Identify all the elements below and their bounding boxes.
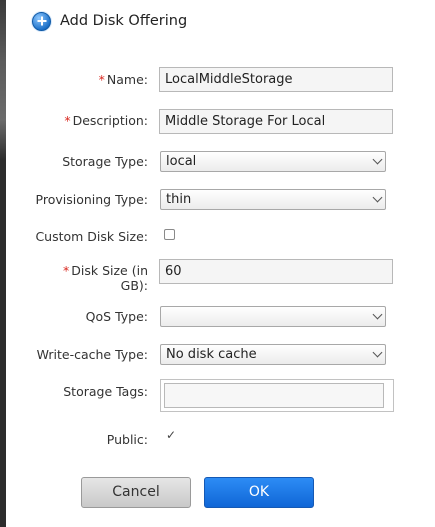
storage-type-select[interactable]: local <box>160 151 386 172</box>
disk-size-label: * Disk Size (in GB): <box>6 263 148 293</box>
provisioning-type-label: Provisioning Type: <box>35 192 148 207</box>
cancel-button[interactable]: Cancel <box>81 477 191 508</box>
write-cache-type-label: Write-cache Type: <box>36 347 148 362</box>
checkmark-icon: ✓ <box>166 428 177 442</box>
ok-button[interactable]: OK <box>204 477 314 508</box>
chevron-down-icon <box>372 347 383 358</box>
provisioning-type-select[interactable]: thin <box>160 189 386 210</box>
storage-tags-label: Storage Tags: <box>63 384 148 399</box>
description-label: * Description: <box>6 113 148 128</box>
add-circle-icon <box>32 11 51 31</box>
disk-size-input[interactable]: 60 <box>159 259 393 284</box>
write-cache-type-value: No disk cache <box>166 347 257 362</box>
custom-disk-size-label: Custom Disk Size: <box>35 229 148 244</box>
storage-type-label: Storage Type: <box>62 154 148 169</box>
add-disk-offering-dialog: Add Disk Offering * Name: LocalMiddleStor… <box>6 0 435 527</box>
name-input[interactable]: LocalMiddleStorage <box>159 67 393 92</box>
storage-tags-container <box>160 379 394 412</box>
dialog-title: Add Disk Offering <box>60 13 188 29</box>
disk-size-label-line1: Disk Size (in <box>71 263 148 278</box>
name-label-text: Name: <box>106 72 148 87</box>
chevron-down-icon <box>372 154 383 165</box>
qos-type-label: QoS Type: <box>85 309 148 324</box>
chevron-down-icon <box>372 309 383 320</box>
description-input[interactable]: Middle Storage For Local <box>159 109 393 134</box>
write-cache-type-select[interactable]: No disk cache <box>160 344 386 365</box>
required-marker: * <box>98 72 105 87</box>
required-marker: * <box>64 113 71 128</box>
name-label: * Name: <box>6 72 148 87</box>
public-label: Public: <box>106 432 148 447</box>
disk-size-label-line2: GB): <box>120 278 148 293</box>
qos-type-select[interactable] <box>160 306 386 327</box>
provisioning-type-value: thin <box>166 192 192 207</box>
chevron-down-icon <box>372 192 383 203</box>
storage-tags-input[interactable] <box>164 383 384 408</box>
dialog-header: Add Disk Offering <box>32 10 187 32</box>
description-label-text: Description: <box>72 113 148 128</box>
public-checkbox[interactable]: ✓ <box>164 428 177 442</box>
storage-type-value: local <box>166 154 197 169</box>
custom-disk-size-checkbox[interactable] <box>164 229 175 240</box>
required-marker: * <box>63 263 70 278</box>
